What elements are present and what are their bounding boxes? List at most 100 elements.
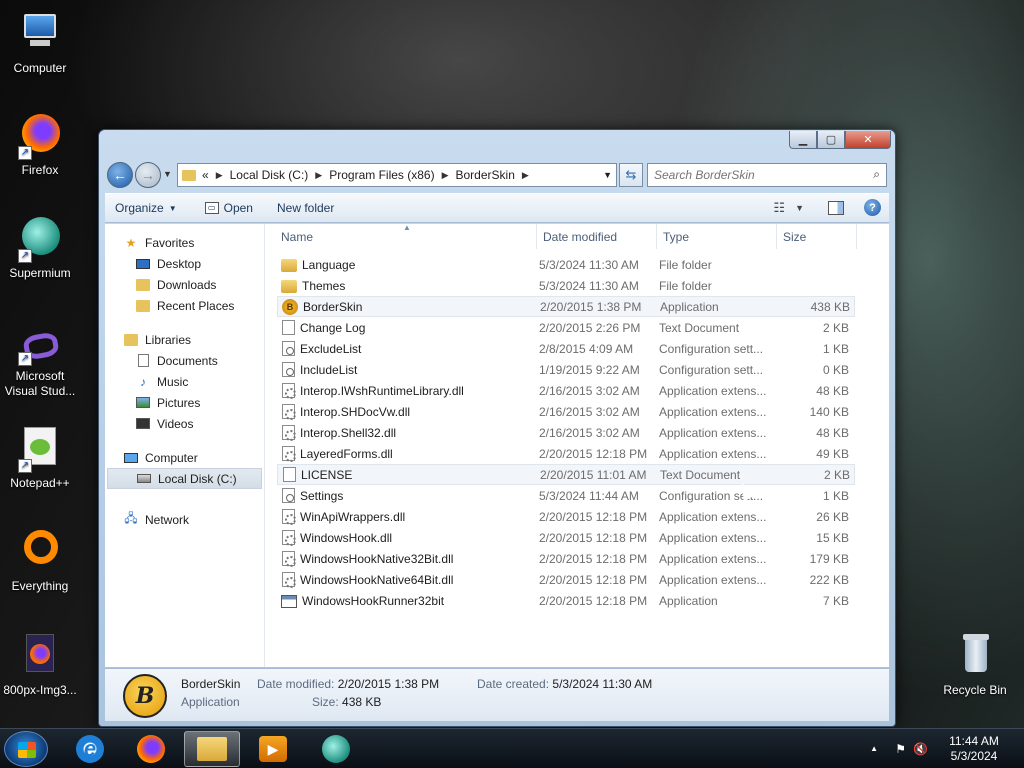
refresh-button[interactable]: ⇆ <box>619 163 643 187</box>
nav-group-favorites: ★ Favorites Desktop Downloads Recent Pla… <box>105 232 264 316</box>
desktop-icon-firefox[interactable]: ↗ Firefox <box>0 112 80 178</box>
nav-group-computer: Computer Local Disk (C:) <box>105 447 264 489</box>
desktop-icon-image-file[interactable]: 800px-Img3... <box>0 632 80 698</box>
nav-group-network: 🖧 Network <box>105 509 264 530</box>
nav-item-recent-places[interactable]: Recent Places <box>105 295 264 316</box>
nav-item-downloads[interactable]: Downloads <box>105 274 264 295</box>
media-player-icon: ▶ <box>259 736 287 762</box>
nav-item-computer[interactable]: Computer <box>105 447 264 468</box>
breadcrumb-separator[interactable]: ▶ <box>522 170 529 181</box>
desktop-icon-visual-studio[interactable]: ↗ Microsoft Visual Stud... <box>0 330 80 399</box>
column-header-size[interactable]: Size <box>777 224 857 249</box>
nav-item-network[interactable]: 🖧 Network <box>105 509 264 530</box>
nav-item-videos[interactable]: Videos <box>105 413 264 434</box>
recent-pages-dropdown-icon[interactable]: ▼ <box>163 169 172 179</box>
nav-item-desktop[interactable]: Desktop <box>105 253 264 274</box>
maximize-button[interactable]: ▢ <box>817 131 845 149</box>
address-dropdown-icon[interactable]: ▼ <box>603 170 612 180</box>
file-row[interactable]: IncludeList 1/19/2015 9:22 AM Configuratio… <box>277 359 855 380</box>
breadcrumb-separator[interactable]: ▶ <box>442 170 449 181</box>
file-name: LICENSE <box>301 467 353 482</box>
desktop-icon-notepadpp[interactable]: ↗ Notepad++ <box>0 425 80 491</box>
action-center-icon[interactable]: ⚑ <box>895 742 906 756</box>
file-row[interactable]: WindowsHookNative64Bit.dll 2/20/2015 12:1… <box>277 569 855 590</box>
file-size-cell: 1 KB <box>822 488 849 503</box>
search-icon[interactable]: ⌕ <box>873 167 880 182</box>
desktop-icon-computer[interactable]: Computer <box>0 10 80 76</box>
taskbar-app-firefox[interactable] <box>123 731 179 767</box>
file-row[interactable]: LICENSE 2/20/2015 11:01 AM Text Document 2 … <box>277 464 855 485</box>
nav-item-libraries[interactable]: Libraries <box>105 329 264 350</box>
file-row[interactable]: Themes 5/3/2024 11:30 AM File folder <box>277 275 855 296</box>
start-button[interactable] <box>4 731 48 767</box>
close-button[interactable]: ✕ <box>845 131 891 149</box>
taskbar-app-internet-explorer[interactable]: e <box>62 731 118 767</box>
file-name: BorderSkin <box>303 299 363 314</box>
breadcrumb-separator[interactable]: ▶ <box>216 170 223 181</box>
search-box[interactable]: ⌕ <box>647 163 887 187</box>
taskbar-app-media-player[interactable]: ▶ <box>245 731 301 767</box>
organize-button[interactable]: Organize ▼ <box>105 194 185 222</box>
show-hidden-icons-icon[interactable]: ▲ <box>870 744 878 753</box>
nav-item-music[interactable]: ♪ Music <box>105 371 264 392</box>
file-row[interactable]: Language 5/3/2024 11:30 AM File folder <box>277 254 855 275</box>
file-row[interactable]: WindowsHookRunner32bit 2/20/2015 12:18 PM… <box>277 590 855 611</box>
address-bar[interactable]: « ▶ Local Disk (C:) ▶ Program Files (x86… <box>177 163 617 187</box>
file-row[interactable]: Interop.Shell32.dll 2/16/2015 3:02 AM Appl… <box>277 422 855 443</box>
back-button[interactable]: ← <box>107 162 133 188</box>
file-name-cell: Language <box>277 257 537 272</box>
change-view-icon[interactable]: ☷ <box>773 200 785 216</box>
file-type-dll-icon <box>282 551 296 567</box>
nav-item-pictures[interactable]: Pictures <box>105 392 264 413</box>
file-row[interactable]: WinApiWrappers.dll 2/20/2015 12:18 PM Appl… <box>277 506 855 527</box>
column-header-date[interactable]: Date modified <box>537 224 657 249</box>
minimize-button[interactable]: ▁ <box>789 131 817 149</box>
clock[interactable]: 11:44 AM 5/3/2024 <box>942 734 1006 764</box>
file-row[interactable]: LayeredForms.dll 2/20/2015 12:18 PM Applic… <box>277 443 855 464</box>
clock-date: 5/3/2024 <box>950 749 998 763</box>
file-size-cell: 1 KB <box>822 341 849 356</box>
search-input[interactable] <box>654 168 854 182</box>
file-row[interactable]: ExcludeList 2/8/2015 4:09 AM Configuration… <box>277 338 855 359</box>
file-row[interactable]: Interop.IWshRuntimeLibrary.dll 2/16/2015 … <box>277 380 855 401</box>
desktop-icon-recycle-bin[interactable]: Recycle Bin <box>935 632 1015 698</box>
explorer-window[interactable]: ▁ ▢ ✕ ← → ▼ « ▶ Local Disk (C:) ▶ Progra… <box>98 129 896 727</box>
new-folder-button[interactable]: New folder <box>269 194 342 222</box>
supermium-icon <box>322 735 350 763</box>
view-options-dropdown-icon[interactable]: ▼ <box>795 203 804 213</box>
file-row[interactable]: Settings 5/3/2024 11:44 AM Configuration s… <box>277 485 855 506</box>
nav-item-favorites[interactable]: ★ Favorites <box>105 232 264 253</box>
volume-muted-icon[interactable]: 🔇 <box>913 742 928 756</box>
nav-item-documents[interactable]: Documents <box>105 350 264 371</box>
file-name-cell: WinApiWrappers.dll <box>277 509 537 525</box>
desktop-icon-supermium[interactable]: ↗ Supermium <box>0 215 80 281</box>
desktop-icon-label: 800px-Img3... <box>3 683 77 697</box>
desktop-icon-everything[interactable]: Everything <box>0 528 80 594</box>
file-row[interactable]: Interop.SHDocVw.dll 2/16/2015 3:02 AM Appl… <box>277 401 855 422</box>
file-row[interactable]: B BorderSkin 2/20/2015 1:38 PM Application 4… <box>277 296 855 317</box>
file-date-cell: 2/16/2015 3:02 AM <box>539 383 640 398</box>
desktop-icon-label: Microsoft Visual Stud... <box>4 369 76 398</box>
file-date-cell: 2/16/2015 3:02 AM <box>539 404 640 419</box>
taskbar-app-supermium[interactable] <box>308 731 364 767</box>
forward-button[interactable]: → <box>135 162 161 188</box>
file-row[interactable]: WindowsHook.dll 2/20/2015 12:18 PM Applica… <box>277 527 855 548</box>
taskbar: e ▶ ▲ ⚑ 🔇 11:44 AM 5/3/2024 <box>0 728 1024 768</box>
breadcrumb-item-borderskin[interactable]: BorderSkin <box>456 168 515 182</box>
file-row[interactable]: Change Log 2/20/2015 2:26 PM Text Document… <box>277 317 855 338</box>
breadcrumb-separator[interactable]: ▶ <box>315 170 322 181</box>
help-icon[interactable]: ? <box>864 199 881 216</box>
everything-icon <box>16 528 64 576</box>
open-button[interactable]: ▭ Open <box>197 194 261 222</box>
column-header-name[interactable]: Name <box>265 224 537 249</box>
file-size-cell: 2 KB <box>822 320 849 335</box>
file-name-cell: IncludeList <box>277 362 537 377</box>
file-row[interactable]: WindowsHookNative32Bit.dll 2/20/2015 12:1… <box>277 548 855 569</box>
taskbar-app-explorer[interactable] <box>184 731 240 767</box>
breadcrumb-overflow[interactable]: « <box>202 168 209 182</box>
nav-item-local-disk[interactable]: Local Disk (C:) <box>107 468 262 489</box>
breadcrumb-item-program-files[interactable]: Program Files (x86) <box>329 168 434 182</box>
preview-pane-icon[interactable] <box>828 200 844 215</box>
breadcrumb-item-local-disk[interactable]: Local Disk (C:) <box>230 168 309 182</box>
column-header-type[interactable]: Type <box>657 224 777 249</box>
